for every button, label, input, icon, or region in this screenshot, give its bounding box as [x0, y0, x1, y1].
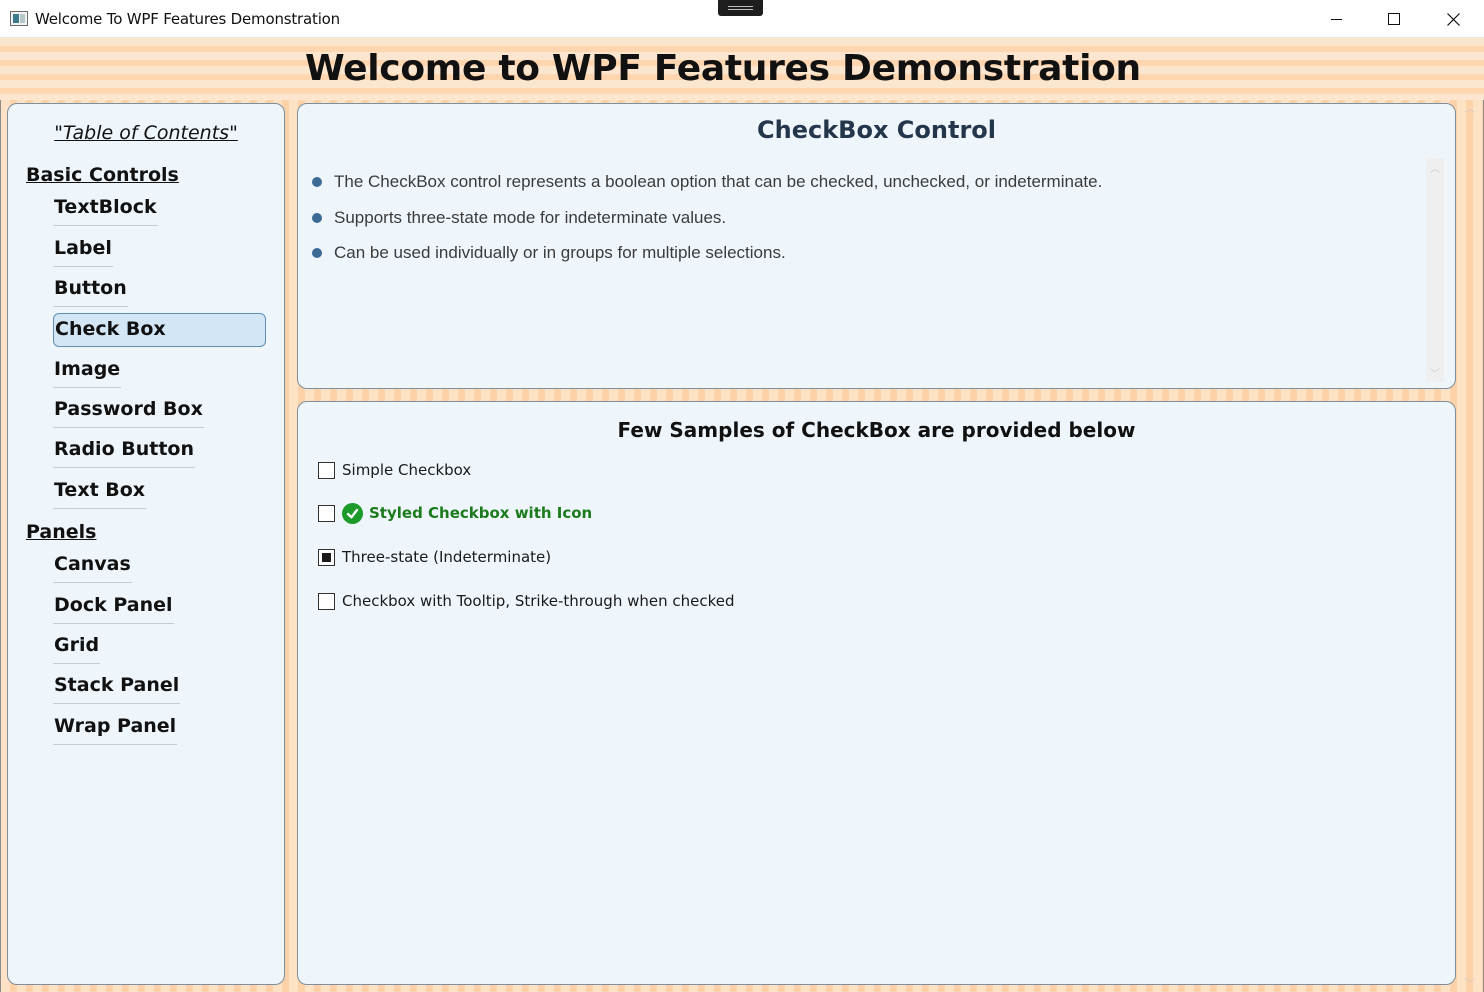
toc-section-panels[interactable]: Panels — [26, 521, 96, 543]
toc-item-button[interactable]: Button — [53, 273, 128, 307]
description-scrollbar[interactable]: ︿ ﹀ — [1426, 158, 1444, 382]
toc-item-label[interactable]: Label — [53, 233, 113, 267]
samples-panel: Few Samples of CheckBox are provided bel… — [297, 401, 1456, 985]
main-scrollbar[interactable]: ︿ ﹀ — [1462, 100, 1478, 990]
simple-checkbox[interactable]: Simple Checkbox — [318, 459, 471, 481]
description-bullet: Can be used individually or in groups fo… — [310, 241, 1420, 277]
checkbox-box[interactable] — [318, 504, 335, 522]
description-panel: CheckBox Control The CheckBox control re… — [297, 103, 1456, 389]
window-title: Welcome To WPF Features Demonstration — [35, 10, 340, 28]
check-circle-icon — [342, 502, 363, 524]
description-bullet: The CheckBox control represents a boolea… — [310, 170, 1420, 206]
toc-item-check-box[interactable]: Check Box — [53, 313, 266, 347]
checkbox-label[interactable]: Three-state (Indeterminate) — [342, 548, 551, 566]
minimize-icon — [1330, 18, 1342, 20]
styled-checkbox[interactable]: Styled Checkbox with Icon — [318, 502, 592, 524]
toc-item-canvas[interactable]: Canvas — [53, 549, 132, 583]
tooltip-checkbox[interactable]: Checkbox with Tooltip, Strike-through wh… — [318, 590, 735, 612]
toc-item-stack-panel[interactable]: Stack Panel — [53, 670, 181, 704]
toc-item-wrap-panel[interactable]: Wrap Panel — [53, 711, 178, 745]
toc-section-basic-controls[interactable]: Basic Controls — [26, 164, 179, 186]
app-icon — [10, 11, 28, 26]
checkbox-label[interactable]: Styled Checkbox with Icon — [369, 504, 592, 522]
toc-item-grid[interactable]: Grid — [53, 630, 101, 664]
maximize-button[interactable] — [1365, 0, 1423, 38]
close-button[interactable] — [1424, 0, 1482, 38]
toc-item-image[interactable]: Image — [53, 354, 122, 388]
scroll-down-icon[interactable]: ﹀ — [1465, 975, 1475, 990]
scroll-up-icon[interactable]: ︿ — [1430, 160, 1440, 175]
checkbox-label[interactable]: Simple Checkbox — [342, 461, 471, 479]
toc-title: "Table of Contents" — [54, 122, 238, 144]
description-list: The CheckBox control represents a boolea… — [310, 170, 1420, 277]
scroll-up-icon[interactable]: ︿ — [1465, 100, 1475, 115]
snap-grip-handle[interactable] — [718, 0, 763, 16]
samples-title: Few Samples of CheckBox are provided bel… — [617, 418, 1136, 442]
checkbox-box[interactable] — [318, 461, 335, 479]
toc-item-textblock[interactable]: TextBlock — [53, 192, 158, 226]
three-state-checkbox[interactable]: Three-state (Indeterminate) — [318, 546, 551, 568]
control-title: CheckBox Control — [757, 116, 996, 144]
close-icon — [1446, 12, 1460, 26]
toc-item-radio-button[interactable]: Radio Button — [53, 434, 195, 468]
scroll-down-icon[interactable]: ﹀ — [1430, 365, 1440, 380]
toc-item-dock-panel[interactable]: Dock Panel — [53, 590, 174, 624]
maximize-icon — [1388, 13, 1400, 25]
page-title: Welcome to WPF Features Demonstration — [305, 48, 1141, 89]
toc-item-password-box[interactable]: Password Box — [53, 394, 204, 428]
checkbox-box[interactable] — [318, 548, 335, 566]
description-bullet: Supports three-state mode for indetermin… — [310, 206, 1420, 242]
toc-item-text-box[interactable]: Text Box — [53, 475, 147, 509]
minimize-button[interactable] — [1307, 0, 1365, 38]
table-of-contents-panel: "Table of Contents" Basic Controls TextB… — [7, 103, 285, 985]
title-bar: Welcome To WPF Features Demonstration — [0, 0, 1484, 38]
checkbox-label[interactable]: Checkbox with Tooltip, Strike-through wh… — [342, 592, 735, 610]
checkbox-box[interactable] — [318, 592, 335, 610]
